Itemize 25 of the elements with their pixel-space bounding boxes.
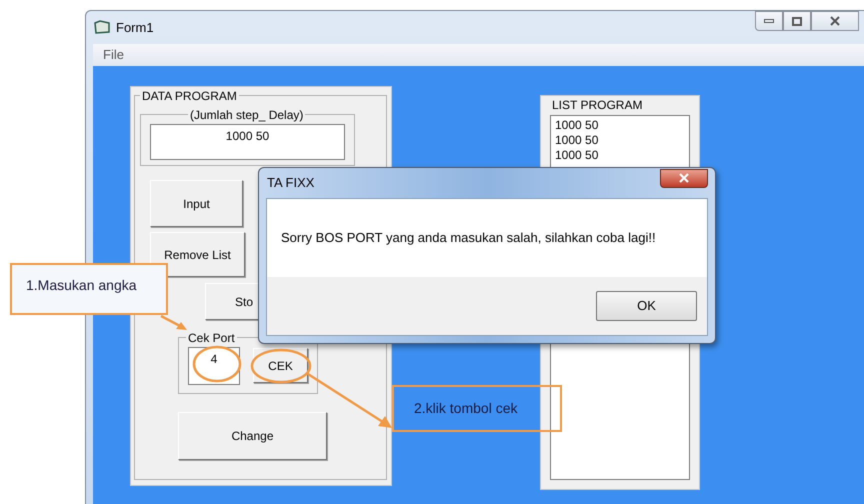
window-title: Form1 — [116, 19, 154, 37]
highlight-circle — [192, 345, 242, 383]
list-item[interactable]: 1000 50 — [555, 148, 685, 163]
minimize-button[interactable] — [755, 11, 783, 31]
minimize-icon — [764, 19, 774, 23]
close-button[interactable] — [660, 168, 708, 188]
list-item[interactable]: 1000 50 — [555, 133, 685, 148]
list-item[interactable]: 1000 50 — [555, 118, 685, 133]
maximize-button[interactable] — [783, 11, 811, 31]
annotation-text: 1.Masukan angka — [26, 276, 137, 295]
form-button[interactable]: Remove List — [150, 232, 245, 277]
menu-item[interactable]: File — [103, 45, 124, 65]
form-button[interactable]: Input — [150, 180, 243, 227]
change-button[interactable]: Change — [178, 412, 327, 460]
dialog-title: TA FIXX — [266, 174, 314, 192]
annotation-text: 2.klik tombol cek — [414, 399, 518, 418]
ok-button[interactable]: OK — [596, 291, 697, 321]
close-button[interactable] — [811, 11, 859, 31]
close-icon — [830, 16, 840, 26]
close-icon — [679, 173, 689, 183]
maximize-icon — [792, 16, 802, 26]
dialog-message: Sorry BOS PORT yang anda masukan salah, silahkan coba lagi!! — [281, 229, 656, 248]
delay-input-field[interactable]: 1000 50 — [150, 124, 345, 160]
form-icon — [94, 20, 110, 34]
highlight-circle — [250, 347, 312, 385]
